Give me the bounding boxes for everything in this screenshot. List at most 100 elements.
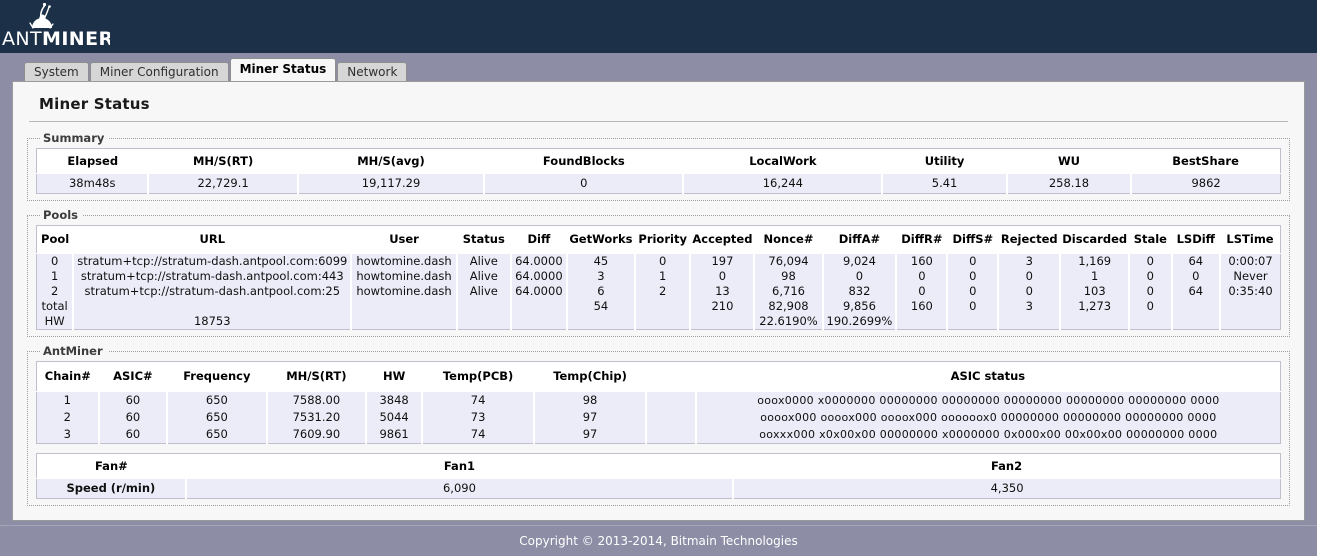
pool-0-index: 0 xyxy=(36,253,75,269)
table-row: 0 stratum+tcp://stratum-dash.antpool.com… xyxy=(36,253,1281,269)
ant-col-temp-pcb: Temp(PCB) xyxy=(422,361,535,392)
antminer-legend: AntMiner xyxy=(43,344,103,358)
ant-3-temp-pcb: 74 xyxy=(422,426,536,444)
ant-1-mhs-rt: 7588.00 xyxy=(266,391,368,409)
table-row: 1 stratum+tcp://stratum-dash.antpool.com… xyxy=(36,269,1281,284)
pools-hw-diffr xyxy=(896,314,949,330)
pool-1-index: 1 xyxy=(36,269,75,284)
ant-1-hw: 3848 xyxy=(366,391,424,409)
antminer-logo: ANTMINER xyxy=(0,0,110,53)
pools-total-lsdiff xyxy=(1171,299,1222,314)
pools-total-diffs: 0 xyxy=(947,299,1000,314)
ant-2-asic-status: oooox000 oooox000 oooox000 oooooox0 0000… xyxy=(695,409,1281,426)
pools-col-lsdiff: LSDiff xyxy=(1171,225,1221,254)
ant-col-frequency: Frequency xyxy=(167,361,267,392)
page-title: Miner Status xyxy=(39,95,150,113)
pools-total-url xyxy=(73,299,353,314)
pool-0-getworks: 45 xyxy=(566,253,636,269)
pool-0-url: stratum+tcp://stratum-dash.antpool.com:6… xyxy=(73,253,353,269)
antminer-section: AntMiner Chain# ASIC# Frequency MH/S(RT)… xyxy=(27,344,1290,506)
content-panel: Miner Status Summary Elapsed MH/S(RT) MH… xyxy=(12,81,1305,521)
pool-0-lsdiff: 64 xyxy=(1171,253,1222,269)
ant-3-hw: 9861 xyxy=(366,426,424,444)
ant-1-spacer xyxy=(646,391,697,409)
ant-1-asic: 60 xyxy=(98,391,169,409)
pool-1-diffa: 0 xyxy=(822,269,898,284)
ant-3-spacer xyxy=(646,426,697,444)
ant-3-asic-status: ooxxx000 x0x00x00 00000000 x0000000 0x00… xyxy=(695,426,1281,444)
ant-2-asic: 60 xyxy=(98,409,169,426)
ant-2-hw: 5044 xyxy=(366,409,424,426)
pool-1-lstime: Never xyxy=(1220,269,1281,284)
tab-miner-status[interactable]: Miner Status xyxy=(229,58,337,81)
pool-0-rejected: 3 xyxy=(998,253,1062,269)
pool-0-stale: 0 xyxy=(1129,253,1173,269)
pool-2-url: stratum+tcp://stratum-dash.antpool.com:2… xyxy=(73,284,353,299)
pools-col-diffa: DiffA# xyxy=(822,225,897,254)
fan-col-fan2: Fan2 xyxy=(733,453,1281,479)
pools-total-diff xyxy=(510,299,568,314)
pools-col-pool: Pool xyxy=(36,225,74,254)
pool-2-status: Alive xyxy=(456,284,512,299)
summary-col-foundblocks: FoundBlocks xyxy=(484,148,684,174)
pools-col-priority: Priority xyxy=(634,225,691,254)
table-row-hw: HW 18753 22.6190% 190.2699% xyxy=(36,314,1281,330)
summary-col-localwork: LocalWork xyxy=(683,148,883,174)
pool-2-diffs: 0 xyxy=(947,284,1000,299)
tab-bar: System Miner Configuration Miner Status Net… xyxy=(0,53,1317,83)
pool-2-diffa: 832 xyxy=(822,284,898,299)
pool-1-lsdiff: 0 xyxy=(1171,269,1222,284)
ant-col-asic: ASIC# xyxy=(98,361,168,392)
pool-1-priority: 1 xyxy=(634,269,692,284)
pools-hw-discarded xyxy=(1060,314,1131,330)
pool-0-discarded: 1,169 xyxy=(1060,253,1131,269)
pool-2-lsdiff: 64 xyxy=(1171,284,1222,299)
fan-col-fan-number: Fan# xyxy=(36,453,186,479)
pools-total-discarded: 1,273 xyxy=(1060,299,1131,314)
tab-network[interactable]: Network xyxy=(337,62,408,83)
fan1-speed: 6,090 xyxy=(185,478,735,499)
pools-total-nonce: 82,908 xyxy=(754,299,824,314)
pools-total-getworks: 54 xyxy=(566,299,636,314)
tab-miner-configuration[interactable]: Miner Configuration xyxy=(89,62,229,83)
ant-2-chain: 2 xyxy=(36,409,100,426)
summary-section: Summary Elapsed MH/S(RT) MH/S(avg) Found… xyxy=(27,131,1290,201)
pool-0-status: Alive xyxy=(456,253,512,269)
pool-2-accepted: 13 xyxy=(690,284,756,299)
summary-col-utility: Utility xyxy=(882,148,1007,174)
pool-1-user: howtomine.dash xyxy=(351,269,458,284)
pool-0-user: howtomine.dash xyxy=(351,253,458,269)
fan-col-fan1: Fan1 xyxy=(185,453,734,479)
pools-total-accepted: 210 xyxy=(690,299,756,314)
pools-col-url: URL xyxy=(73,225,352,254)
summary-col-elapsed: Elapsed xyxy=(36,148,149,174)
ant-1-temp-pcb: 74 xyxy=(422,391,536,409)
app-root: ANTMINER System Miner Configuration Miner … xyxy=(0,0,1317,556)
pools-hw-diff xyxy=(510,314,568,330)
pool-2-stale: 0 xyxy=(1129,284,1173,299)
pools-total-priority xyxy=(634,299,692,314)
tab-system[interactable]: System xyxy=(24,62,89,83)
pool-2-index: 2 xyxy=(36,284,75,299)
summary-val-mhs-rt: 22,729.1 xyxy=(148,173,299,194)
pool-1-diffr: 0 xyxy=(896,269,949,284)
pool-1-getworks: 3 xyxy=(566,269,636,284)
pools-hw-nonce-pct: 22.6190% xyxy=(754,314,824,330)
summary-val-bestshare: 9862 xyxy=(1131,173,1281,194)
fan-table: Fan# Fan1 Fan2 Speed (r/min) 6,090 4,350 xyxy=(36,453,1281,499)
pools-col-diff: Diff xyxy=(510,225,567,254)
pools-col-accepted: Accepted xyxy=(690,225,755,254)
ant-3-asic: 60 xyxy=(98,426,169,444)
fan-speed-row: Speed (r/min) 6,090 4,350 xyxy=(36,478,1281,499)
ant-col-spacer xyxy=(646,361,696,392)
summary-value-row: 38m48s 22,729.1 19,117.29 0 16,244 5.41 … xyxy=(36,173,1281,194)
pool-2-getworks: 6 xyxy=(566,284,636,299)
pool-0-priority: 0 xyxy=(634,253,692,269)
pools-hw-stale xyxy=(1129,314,1173,330)
table-row: 2 60 650 7531.20 5044 73 97 oooox000 ooo… xyxy=(36,409,1281,426)
pool-0-lstime: 0:00:07 xyxy=(1220,253,1281,269)
pools-total-user xyxy=(351,299,458,314)
antminer-table: Chain# ASIC# Frequency MH/S(RT) HW Temp(… xyxy=(36,361,1281,444)
pools-hw-user xyxy=(351,314,458,330)
pool-1-accepted: 0 xyxy=(690,269,756,284)
